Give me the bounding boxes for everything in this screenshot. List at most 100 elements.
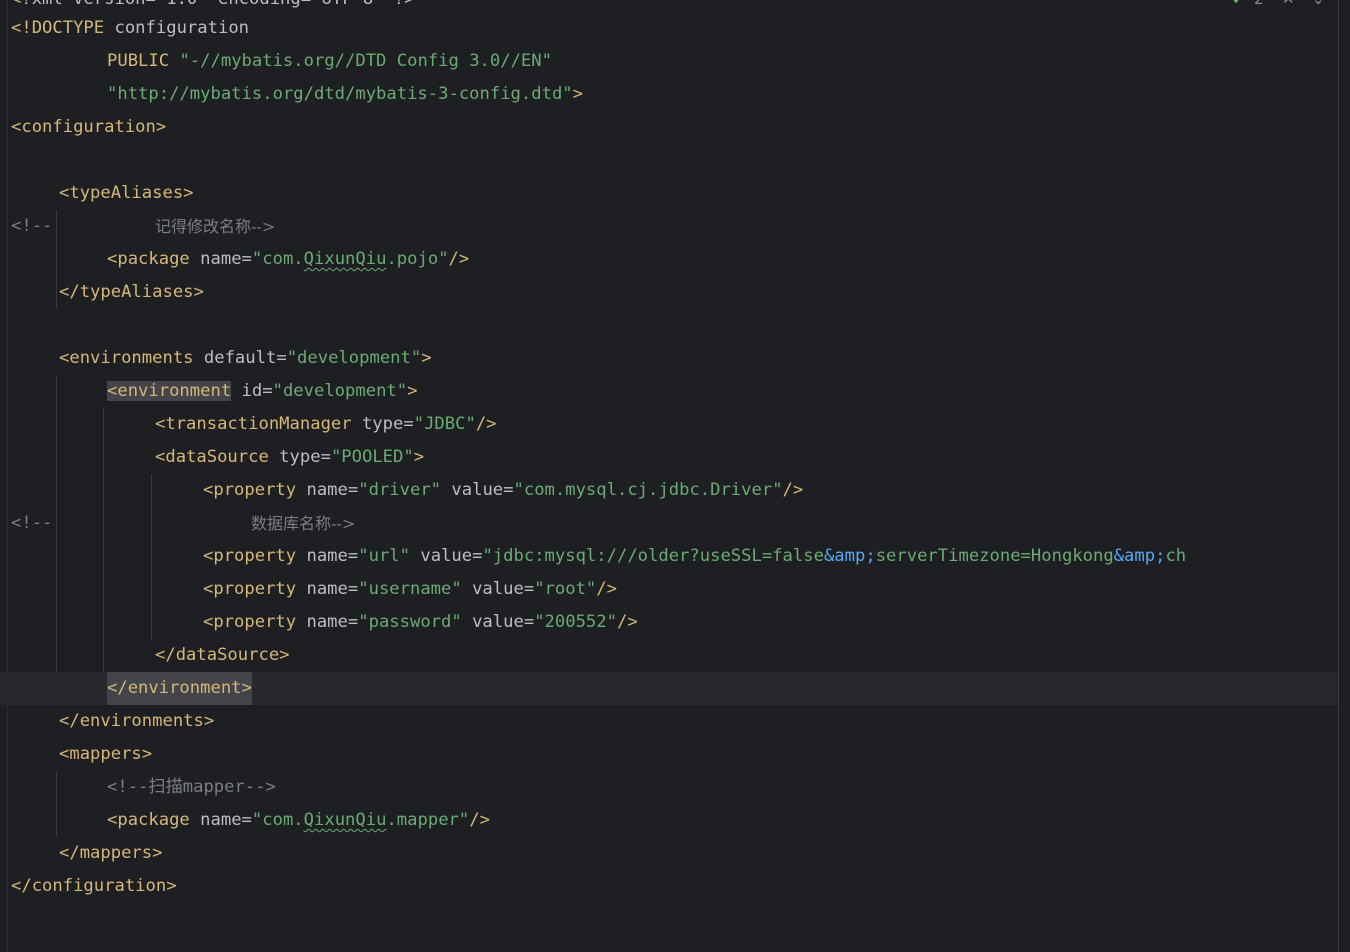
code-editor[interactable]: ✔ 2 ✕ ⌄ <?xml version="1.0" encoding="UT…	[0, 0, 1350, 952]
token: "root"	[534, 579, 597, 599]
token: "url"	[358, 546, 410, 566]
token: >	[407, 381, 418, 401]
token: =	[347, 612, 359, 632]
token: =	[523, 579, 535, 599]
code-line[interactable]: <environment id="development">	[0, 375, 1337, 408]
code-line[interactable]: "http://mybatis.org/dtd/mybatis-3-config…	[0, 78, 1337, 111]
token: <!DOCTYPE	[11, 18, 105, 38]
token: "jdbc:mysql:///older?useSSL=false	[482, 546, 824, 566]
token: .mapper"	[386, 810, 470, 830]
code-line[interactable]: <dataSource type="POOLED">	[0, 441, 1337, 474]
comment-open: <!--	[11, 513, 53, 533]
code-line[interactable]: </configuration>	[0, 870, 1337, 903]
token: =	[347, 480, 359, 500]
token: <property	[203, 612, 297, 632]
code-line[interactable]: </typeAliases>	[0, 276, 1337, 309]
token: "POOLED"	[330, 447, 414, 467]
token: =	[241, 249, 252, 269]
code-line[interactable]: PUBLIC "-//mybatis.org//DTD Config 3.0//…	[0, 45, 1337, 78]
token: <package	[107, 249, 190, 269]
token: value	[441, 480, 504, 500]
token: </configuration>	[11, 876, 177, 896]
code-line[interactable]: <package name="com.QixunQiu.pojo"/>	[0, 243, 1337, 276]
token: =	[347, 546, 359, 566]
token: value	[461, 579, 524, 599]
scrollbar-track[interactable]	[1338, 0, 1339, 952]
token: "200552"	[534, 612, 617, 632]
token: =	[472, 546, 483, 566]
token: value	[461, 612, 524, 632]
token: />	[448, 249, 470, 269]
code-line[interactable]: <!-- 数据库名称-->	[0, 507, 1337, 540]
token: </typeAliases>	[59, 282, 204, 302]
token: "driver"	[358, 480, 442, 500]
token: <environments	[59, 348, 194, 368]
token: "com.mysql.cj.jdbc.Driver"	[513, 480, 783, 500]
matched-tag: </environment>	[107, 672, 252, 705]
code-line[interactable]: </mappers>	[0, 837, 1337, 870]
token: =	[241, 810, 252, 830]
code-line[interactable]: <environments default="development">	[0, 342, 1337, 375]
token: <transactionManager	[155, 414, 352, 434]
token: "password"	[358, 612, 462, 632]
code-line[interactable]: <property name="url" value="jdbc:mysql:/…	[0, 540, 1337, 573]
token: =	[347, 579, 359, 599]
token: default	[193, 348, 277, 368]
token: =	[503, 480, 514, 500]
token: <property	[203, 480, 297, 500]
code-line[interactable]: </dataSource>	[0, 639, 1337, 672]
code-line[interactable]: <configuration>	[0, 111, 1337, 144]
token: />	[469, 810, 490, 830]
token: <mappers>	[59, 744, 153, 764]
token: <	[11, 0, 21, 9]
typo-token: QixunQiu	[303, 249, 387, 269]
code-line[interactable]: <typeAliases>	[0, 177, 1337, 210]
token: PUBLIC	[107, 51, 170, 71]
token: configuration	[104, 18, 250, 38]
token: name	[189, 249, 242, 269]
token: =	[523, 612, 535, 632]
current-code-line[interactable]: </environment>	[0, 672, 1337, 705]
code-line[interactable]: <property name="username" value="root"/>	[0, 573, 1337, 606]
code-line[interactable]: <property name="password" value="200552"…	[0, 606, 1337, 639]
entity-token: &amp;	[1113, 546, 1166, 566]
token: </environments>	[59, 711, 215, 731]
token: <dataSource	[155, 447, 269, 467]
comment-text: <!--扫描mapper-->	[107, 777, 276, 797]
token: >	[413, 447, 425, 467]
code-line[interactable]: <transactionManager type="JDBC"/>	[0, 408, 1337, 441]
token: <property	[203, 579, 297, 599]
typo-token: QixunQiu	[303, 810, 387, 830]
token: >	[421, 348, 432, 368]
code-line[interactable]: <package name="com.QixunQiu.mapper"/>	[0, 804, 1337, 837]
token: <property	[203, 546, 297, 566]
token: />	[782, 480, 804, 500]
token: <typeAliases>	[59, 183, 194, 203]
token: "development"	[272, 381, 408, 401]
code-line[interactable]: <mappers>	[0, 738, 1337, 771]
token: name	[296, 579, 348, 599]
comment-open: <!--	[11, 216, 53, 236]
token: </dataSource>	[155, 645, 290, 665]
token: ?xml version="1.0" encoding="UTF-8" ?>	[21, 0, 414, 9]
token: .pojo"	[386, 249, 449, 269]
code-line[interactable]: <!-- 记得修改名称-->	[0, 210, 1337, 243]
token: </mappers>	[59, 843, 163, 863]
code-line[interactable]: <!DOCTYPE configuration	[0, 12, 1337, 45]
token: =	[276, 348, 287, 368]
token: serverTimezone=Hongkong	[875, 546, 1114, 566]
token: "http://mybatis.org/dtd/mybatis-3-config…	[107, 84, 573, 104]
token: <configuration>	[11, 117, 167, 137]
code-line[interactable]: </environments>	[0, 705, 1337, 738]
matched-tag: <environment	[107, 381, 232, 401]
token: =	[262, 381, 273, 401]
token: ch	[1165, 546, 1187, 566]
token: "username"	[358, 579, 462, 599]
code-line[interactable]: <!--扫描mapper-->	[0, 771, 1337, 804]
token: "com.	[251, 249, 304, 269]
token: <package	[107, 810, 190, 830]
code-line[interactable]: <property name="driver" value="com.mysql…	[0, 474, 1337, 507]
token: />	[596, 579, 617, 599]
token: name	[296, 546, 348, 566]
token: />	[616, 612, 638, 632]
